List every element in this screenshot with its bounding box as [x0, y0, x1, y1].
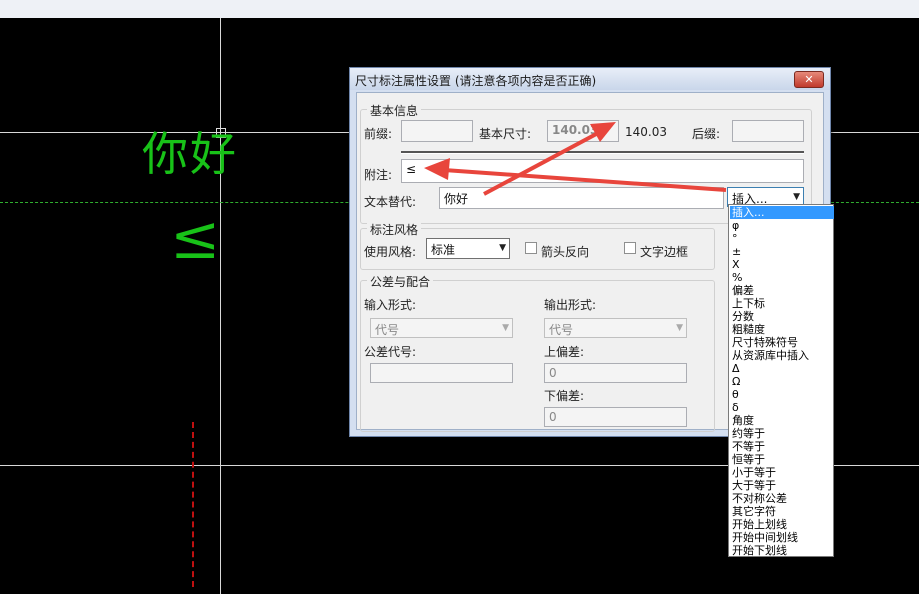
input-form-value: 代号	[375, 323, 400, 337]
dropdown-item[interactable]: 插入...	[730, 206, 834, 219]
base-size-input[interactable]: 140.03	[547, 120, 619, 142]
output-form-label: 输出形式:	[544, 298, 597, 312]
tol-code-input[interactable]	[370, 363, 513, 383]
crosshair-vertical	[220, 18, 221, 594]
use-style-label: 使用风格:	[364, 245, 417, 259]
dropdown-item[interactable]: 大于等于	[730, 479, 834, 492]
close-button[interactable]: ✕	[794, 71, 824, 88]
output-form-combo[interactable]: 代号 ▼	[544, 318, 687, 338]
dropdown-item[interactable]: °	[730, 232, 834, 245]
dropdown-item[interactable]: 恒等于	[730, 453, 834, 466]
dropdown-item[interactable]: 偏差	[730, 284, 834, 297]
prefix-input[interactable]	[401, 120, 473, 142]
insert-dropdown-list[interactable]: 插入... φ ° ± X% 偏差 上下标 分数 粗糙度 尺寸特殊符号 从资源库中插入 Δ Ωθ δ 角度约…	[728, 204, 834, 557]
dropdown-item[interactable]: 开始下划线	[730, 544, 834, 557]
input-form-label: 输入形式:	[364, 298, 417, 312]
text-border-checkbox[interactable]	[624, 242, 636, 254]
dropdown-item[interactable]: 开始中间划线	[730, 531, 834, 544]
dropdown-item[interactable]: 尺寸特殊符号	[730, 336, 834, 349]
chevron-down-icon: ▼	[793, 192, 800, 202]
dropdown-item[interactable]: 粗糙度	[730, 323, 834, 336]
dropdown-item[interactable]: 开始上划线	[730, 518, 834, 531]
note-input[interactable]: ≤	[401, 159, 804, 183]
upper-dev-input[interactable]: 0	[544, 363, 687, 383]
dropdown-item[interactable]: δ	[730, 401, 834, 414]
dropdown-item[interactable]: 上下标	[730, 297, 834, 310]
text-replace-label: 文本替代:	[364, 195, 417, 209]
base-size-readonly-value: 140.03	[625, 125, 667, 139]
tol-code-label: 公差代号:	[364, 345, 417, 359]
dropdown-item[interactable]: %	[730, 271, 834, 284]
input-form-combo[interactable]: 代号 ▼	[370, 318, 513, 338]
prefix-label: 前缀:	[364, 127, 393, 141]
dropdown-item[interactable]: 小于等于	[730, 466, 834, 479]
dropdown-item[interactable]: φ	[730, 219, 834, 232]
text-replace-input[interactable]: 你好	[439, 187, 724, 209]
dropdown-item[interactable]: Ω	[730, 375, 834, 388]
dropdown-item[interactable]: θ	[730, 388, 834, 401]
basic-separator	[401, 151, 804, 154]
dropdown-item[interactable]: 不对称公差	[730, 492, 834, 505]
cad-text-leq-symbol[interactable]: ≤	[170, 208, 220, 268]
dropdown-item[interactable]: ±	[730, 245, 834, 258]
arrow-reverse-label: 箭头反向	[541, 245, 590, 259]
use-style-value: 标准	[431, 243, 456, 257]
chevron-down-icon: ▼	[676, 323, 683, 333]
dropdown-item[interactable]: X	[730, 258, 834, 271]
tolerance-group-title: 公差与配合	[367, 273, 434, 290]
lower-dev-label: 下偏差:	[544, 389, 585, 403]
dialog-title: 尺寸标注属性设置 (请注意各项内容是否正确)	[355, 74, 597, 88]
basic-info-title: 基本信息	[367, 102, 422, 119]
output-form-value: 代号	[549, 323, 574, 337]
note-label: 附注:	[364, 168, 393, 182]
dropdown-item[interactable]: 从资源库中插入	[730, 349, 834, 362]
style-group-title: 标注风格	[367, 221, 422, 238]
tolerance-group: 公差与配合 输入形式: 代号 ▼ 输出形式: 代号 ▼ 公差代号: 上偏差: 0…	[360, 273, 715, 432]
dropdown-item[interactable]: 角度	[730, 414, 834, 427]
dropdown-item[interactable]: 分数	[730, 310, 834, 323]
top-toolbar-strip	[0, 0, 919, 19]
style-group: 标注风格 使用风格: 标准 ▼ 箭头反向 文字边框	[360, 221, 715, 270]
dropdown-item[interactable]: 其它字符	[730, 505, 834, 518]
upper-dev-label: 上偏差:	[544, 345, 585, 359]
chevron-down-icon: ▼	[502, 323, 509, 333]
chevron-down-icon: ▼	[499, 243, 506, 253]
cad-text-nihao[interactable]: 你好	[142, 118, 238, 184]
dropdown-item[interactable]: 约等于	[730, 427, 834, 440]
lower-dev-input[interactable]: 0	[544, 407, 687, 427]
dropdown-item[interactable]: 不等于	[730, 440, 834, 453]
base-size-label: 基本尺寸:	[479, 127, 532, 141]
use-style-combo[interactable]: 标准 ▼	[426, 238, 510, 259]
suffix-label: 后缀:	[692, 127, 721, 141]
dialog-titlebar[interactable]: 尺寸标注属性设置 (请注意各项内容是否正确) ✕	[350, 68, 830, 90]
arrow-reverse-checkbox[interactable]	[525, 242, 537, 254]
red-dashed-line	[192, 422, 194, 587]
dropdown-item[interactable]: Δ	[730, 362, 834, 375]
suffix-input[interactable]	[732, 120, 804, 142]
text-border-label: 文字边框	[640, 245, 689, 259]
